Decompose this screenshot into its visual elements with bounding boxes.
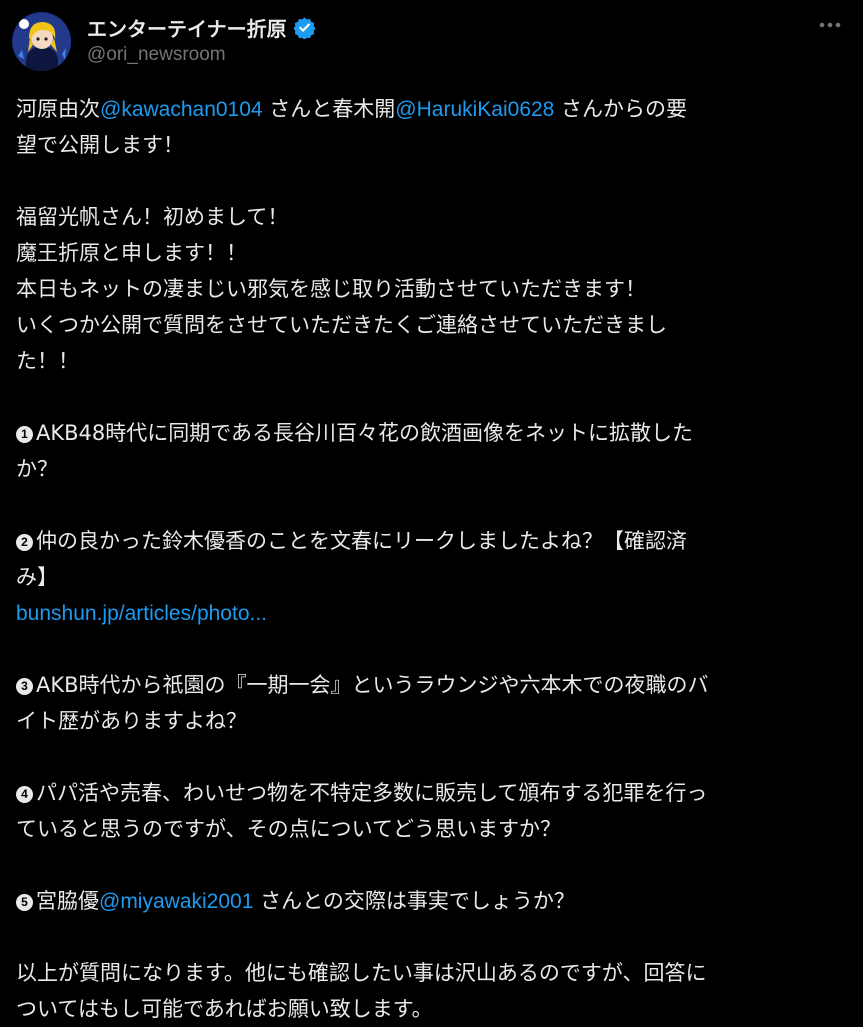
tweet-line: み】	[16, 565, 58, 589]
question-5: 5 宮脇優@miyawaki2001 さんとの交際は事実でしょうか？	[16, 883, 846, 919]
question-4: 4 パパ活や売春、わいせつ物を不特定多数に販売して頒布する犯罪を行っ	[16, 775, 846, 811]
question-text: AKB48時代に同期である長谷川百々花の飲酒画像をネットに拡散した	[36, 421, 694, 445]
verified-badge-icon	[292, 16, 316, 40]
question-text: 宮脇優	[36, 889, 99, 913]
circled-number-3-icon: 3	[16, 678, 33, 695]
tweet-line: 魔王折原と申します！！	[16, 241, 247, 265]
circled-number-4-icon: 4	[16, 786, 33, 803]
tweet-line: か？	[16, 457, 58, 481]
tweet-line: 河原由次@kawachan0104 さんと春木開@HarukiKai0628 さ…	[16, 91, 846, 127]
tweet-line: 望で公開します！	[16, 133, 184, 157]
tweet-line: た！！	[16, 349, 79, 373]
text-segment: さんからの要	[554, 97, 688, 121]
author-name-row[interactable]: エンターテイナー折原	[87, 12, 316, 42]
author-handle[interactable]: @ori_newsroom	[87, 44, 226, 66]
tweet-text: 河原由次@kawachan0104 さんと春木開@HarukiKai0628 さ…	[16, 91, 846, 1027]
more-dots-icon	[819, 22, 841, 28]
text-segment: さんと春木開	[262, 97, 396, 121]
circled-number-5-icon: 5	[16, 894, 33, 911]
question-1: 1 AKB48時代に同期である長谷川百々花の飲酒画像をネットに拡散した	[16, 415, 846, 451]
tweet-line: 福留光帆さん！初めまして！	[16, 205, 289, 229]
tweet-line: 本日もネットの凄まじい邪気を感じ取り活動させていただきます！	[16, 277, 646, 301]
text-segment: さんとの交際は事実でしょうか？	[253, 889, 575, 913]
tweet-line: ていると思うのですが、その点についてどう思いますか？	[16, 817, 561, 841]
tweet-line: いくつか公開で質問をさせていただきたくご連絡させていただきまし	[16, 313, 667, 337]
tweet-line: 以上が質問になります。他にも確認したい事は沢山あるのですが、回答に	[16, 961, 707, 985]
circled-number-1-icon: 1	[16, 426, 33, 443]
circled-number-2-icon: 2	[16, 534, 33, 551]
question-text: 仲の良かった鈴木優香のことを文春にリークしましたよね？【確認済	[36, 529, 687, 553]
question-2: 2 仲の良かった鈴木優香のことを文春にリークしましたよね？【確認済	[16, 523, 846, 559]
avatar[interactable]	[12, 12, 71, 71]
question-text: パパ活や売春、わいせつ物を不特定多数に販売して頒布する犯罪を行っ	[36, 781, 708, 805]
question-3: 3 AKB時代から祇園の『一期一会』というラウンジや六本木での夜職のバ	[16, 667, 846, 703]
mention-link[interactable]: @miyawaki2001	[99, 890, 253, 913]
question-text: AKB時代から祇園の『一期一会』というラウンジや六本木での夜職のバ	[36, 673, 709, 697]
display-name[interactable]: エンターテイナー折原	[87, 13, 287, 42]
article-link[interactable]: bunshun.jp/articles/photo...	[16, 602, 267, 625]
link-line: bunshun.jp/articles/photo...	[16, 595, 846, 631]
mention-link[interactable]: @HarukiKai0628	[395, 98, 554, 121]
mention-link[interactable]: @kawachan0104	[100, 98, 263, 121]
text-segment: 河原由次	[16, 97, 100, 121]
tweet-line: ついてはもし可能であればお願い致します。	[16, 997, 433, 1021]
tweet-line: イト歴がありますよね？	[16, 709, 247, 733]
tweet-header: エンターテイナー折原 @ori_newsroom	[0, 0, 863, 84]
more-options-button[interactable]	[815, 12, 845, 38]
